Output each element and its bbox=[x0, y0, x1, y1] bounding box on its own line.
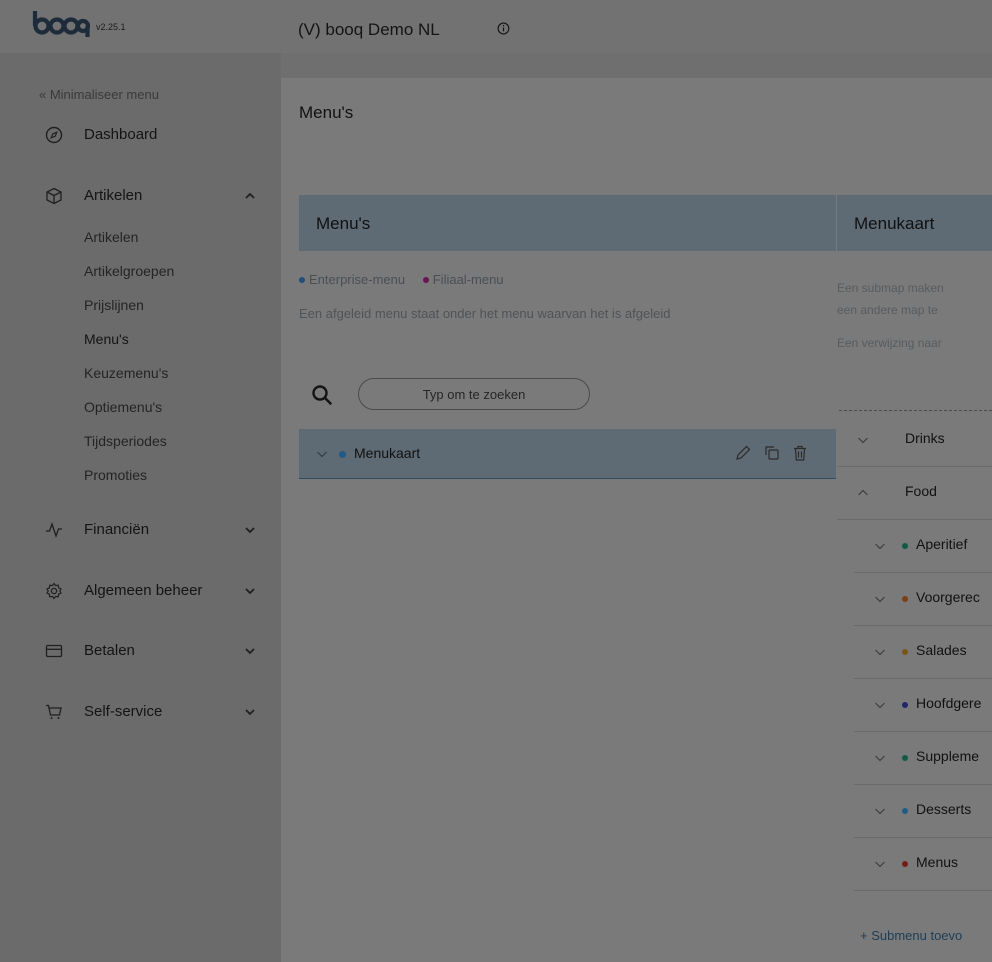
tree-item-desserts[interactable]: Desserts bbox=[854, 785, 992, 838]
sidebar: « Minimaliseer menu Dashboard Artikelen … bbox=[0, 53, 281, 962]
tree-item-aperitief[interactable]: Aperitief bbox=[854, 520, 992, 573]
tree-item-label: Aperitief bbox=[916, 536, 968, 552]
box-icon bbox=[46, 187, 62, 205]
category-dot bbox=[902, 702, 908, 708]
venue-name: (V) booq Demo NL bbox=[298, 20, 440, 39]
category-dot bbox=[902, 861, 908, 867]
chevron-down-icon[interactable] bbox=[857, 434, 869, 446]
chevron-down-icon[interactable] bbox=[874, 646, 886, 658]
tree-item-label: Salades bbox=[916, 642, 967, 658]
menukaart-panel-title: Menukaart bbox=[854, 214, 935, 233]
drop-zone-divider bbox=[839, 410, 992, 411]
sidebar-subitem-optiemenus[interactable]: Optiemenu's bbox=[84, 399, 162, 415]
tree-item-label: Voorgerec bbox=[916, 589, 980, 605]
copy-icon[interactable] bbox=[762, 443, 782, 463]
sidebar-item-label: Financiën bbox=[84, 521, 150, 538]
menukaart-info-line: Een submap maken bbox=[837, 281, 944, 295]
search-input[interactable] bbox=[358, 378, 590, 410]
tree-item-supplementen[interactable]: Suppleme bbox=[854, 732, 992, 785]
chevron-down-icon bbox=[245, 709, 255, 716]
sidebar-item-label: Algemeen beheer bbox=[84, 582, 203, 599]
chevron-down-icon bbox=[245, 588, 255, 595]
chevron-down-icon[interactable] bbox=[874, 752, 886, 764]
add-submenu-link[interactable]: + Submenu toevo bbox=[860, 928, 962, 943]
trash-icon[interactable] bbox=[790, 443, 810, 463]
tree-group-label: Food bbox=[905, 483, 937, 499]
chevron-down-icon[interactable] bbox=[874, 858, 886, 870]
menus-panel-header: Menu's bbox=[299, 195, 836, 251]
filiaal-legend-dot bbox=[422, 277, 429, 283]
tree-group-label: Drinks bbox=[905, 430, 945, 446]
tree-group-food[interactable]: Food bbox=[837, 467, 992, 520]
tree-item-salades[interactable]: Salades bbox=[854, 626, 992, 679]
compass-icon bbox=[45, 126, 63, 144]
gear-icon bbox=[46, 582, 62, 600]
chevron-down-icon[interactable] bbox=[874, 540, 886, 552]
sidebar-item-label: Artikelen bbox=[84, 187, 143, 204]
app-version: v2.25.1 bbox=[96, 22, 126, 32]
chevron-down-icon[interactable] bbox=[874, 699, 886, 711]
page-title: Menu's bbox=[299, 103, 354, 122]
menu-item-label: Menukaart bbox=[354, 445, 421, 461]
category-dot bbox=[902, 543, 908, 549]
sidebar-subitem-prijslijnen[interactable]: Prijslijnen bbox=[84, 297, 144, 313]
sidebar-item-label: Self-service bbox=[84, 703, 163, 720]
category-dot bbox=[902, 649, 908, 655]
sidebar-subitem-artikelen[interactable]: Artikelen bbox=[84, 229, 138, 245]
category-dot bbox=[902, 808, 908, 814]
tree-item-label: Desserts bbox=[916, 801, 972, 817]
sidebar-item-dashboard[interactable]: Dashboard bbox=[0, 121, 281, 149]
menukaart-panel-header: Menukaart bbox=[837, 195, 992, 251]
cart-icon bbox=[46, 704, 62, 719]
category-dot bbox=[902, 596, 908, 602]
chevron-down-icon bbox=[245, 527, 255, 534]
sidebar-item-algemeen-beheer[interactable]: Algemeen beheer bbox=[0, 577, 281, 605]
tree-item-voorgerechten[interactable]: Voorgerec bbox=[854, 573, 992, 626]
menukaart-info-line: Een verwijzing naar bbox=[837, 336, 942, 350]
chevron-up-icon bbox=[245, 192, 255, 199]
menus-panel-title: Menu's bbox=[316, 214, 371, 233]
chevron-down-icon[interactable] bbox=[874, 805, 886, 817]
activity-icon bbox=[46, 522, 62, 538]
filiaal-legend-label: Filiaal-menu bbox=[432, 272, 504, 287]
top-bar: v2.25.1 (V) booq Demo NL bbox=[0, 0, 992, 53]
sidebar-subitem-promoties[interactable]: Promoties bbox=[84, 467, 147, 483]
sidebar-item-financien[interactable]: Financiën bbox=[0, 516, 281, 544]
sidebar-item-betalen[interactable]: Betalen bbox=[0, 637, 281, 665]
menus-description: Een afgeleid menu staat onder het menu w… bbox=[299, 306, 671, 321]
menu-list-item-menukaart[interactable]: Menukaart bbox=[299, 429, 836, 479]
minimize-menu-button[interactable]: « Minimaliseer menu bbox=[39, 87, 159, 102]
menukaart-info-line: een andere map te bbox=[837, 303, 938, 317]
sidebar-subitem-keuzemenus[interactable]: Keuzemenu's bbox=[84, 365, 168, 381]
main-content: Menu's Menu's Menukaart Enterprise-menu … bbox=[281, 78, 992, 962]
menu-type-dot bbox=[339, 451, 346, 458]
search-icon[interactable] bbox=[311, 384, 333, 406]
sidebar-item-self-service[interactable]: Self-service bbox=[0, 698, 281, 726]
tree-item-label: Menus bbox=[916, 854, 959, 870]
enterprise-legend-dot bbox=[299, 277, 305, 283]
enterprise-legend-label: Enterprise-menu bbox=[309, 272, 406, 287]
tree-item-menus[interactable]: Menus bbox=[854, 838, 992, 891]
tree-item-label: Hoofdgere bbox=[916, 695, 982, 711]
category-dot bbox=[902, 755, 908, 761]
chevron-up-icon[interactable] bbox=[857, 487, 869, 499]
sidebar-subitem-menus[interactable]: Menu's bbox=[84, 331, 129, 347]
chevron-down-icon bbox=[245, 648, 255, 655]
sidebar-item-label: Betalen bbox=[84, 642, 135, 659]
sidebar-subitem-tijdsperiodes[interactable]: Tijdsperiodes bbox=[84, 433, 167, 449]
credit-card-icon bbox=[45, 644, 63, 658]
tree-group-drinks[interactable]: Drinks bbox=[837, 414, 992, 467]
info-icon[interactable] bbox=[497, 22, 510, 35]
chevron-down-icon[interactable] bbox=[316, 448, 328, 460]
menu-type-legend: Enterprise-menu Filiaal-menu bbox=[299, 272, 504, 287]
tree-item-label: Suppleme bbox=[916, 748, 980, 764]
booq-logo[interactable] bbox=[32, 10, 90, 38]
sidebar-item-label: Dashboard bbox=[84, 126, 158, 143]
sidebar-item-artikelen[interactable]: Artikelen bbox=[0, 182, 281, 210]
chevron-down-icon[interactable] bbox=[874, 593, 886, 605]
sidebar-subitem-artikelgroepen[interactable]: Artikelgroepen bbox=[84, 263, 174, 279]
tree-item-hoofdgerechten[interactable]: Hoofdgere bbox=[854, 679, 992, 732]
edit-pencil-icon[interactable] bbox=[733, 443, 753, 463]
